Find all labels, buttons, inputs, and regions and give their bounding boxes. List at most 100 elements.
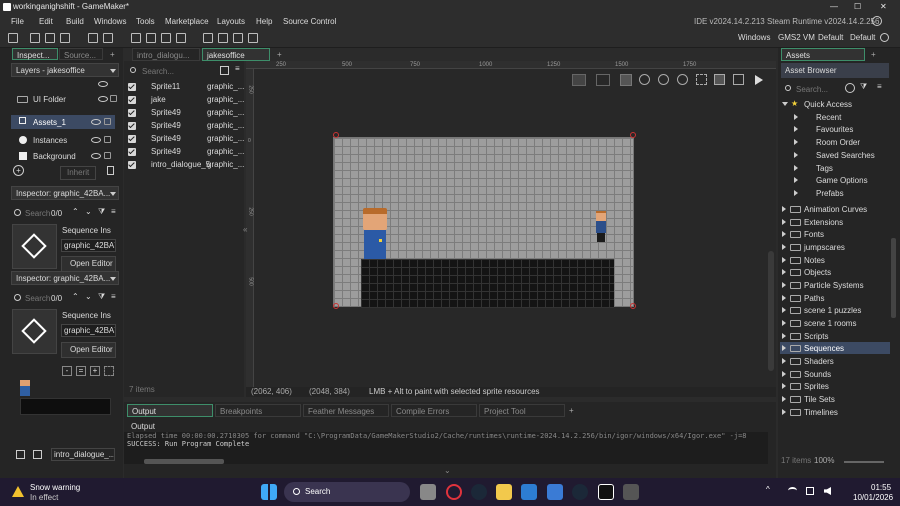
visible-checkbox[interactable] <box>128 83 136 91</box>
folder-item[interactable]: Notes <box>804 257 825 265</box>
layers-dropdown[interactable]: Layers - jakesoffice <box>11 63 119 77</box>
inherit-button[interactable]: Inherit <box>60 166 97 180</box>
eye-icon[interactable] <box>98 81 108 87</box>
restore-icon[interactable] <box>733 74 744 85</box>
chevron-right-icon[interactable] <box>794 177 798 183</box>
visible-checkbox[interactable] <box>128 96 136 104</box>
visible-checkbox[interactable] <box>128 161 136 169</box>
tab-source[interactable]: Source... <box>59 48 103 60</box>
open-project-icon[interactable] <box>45 33 55 43</box>
folder-item[interactable]: jumpscares <box>804 244 845 252</box>
fit-icon[interactable] <box>696 74 707 85</box>
opera-icon[interactable] <box>446 484 462 500</box>
target-settings-icon[interactable] <box>880 33 889 42</box>
quick-item[interactable]: Prefabs <box>816 190 844 198</box>
chevron-right-icon[interactable] <box>782 383 786 389</box>
room-canvas[interactable] <box>333 137 634 308</box>
clean-icon[interactable] <box>176 33 186 43</box>
menu-source-control[interactable]: Source Control <box>283 18 336 26</box>
open-editor-button-2[interactable]: Open Editor <box>61 342 116 358</box>
list-item[interactable]: jake <box>151 96 166 104</box>
zoom-slider[interactable] <box>844 461 884 463</box>
menu-help[interactable]: Help <box>256 18 272 26</box>
list-item[interactable]: Sprite49 <box>151 109 181 117</box>
quick-item[interactable]: Game Options <box>816 177 868 185</box>
tab-intro-dialogue[interactable]: intro_dialogu... <box>132 48 200 61</box>
chevron-right-icon[interactable] <box>782 358 786 364</box>
game-options-icon[interactable] <box>233 33 243 43</box>
filter-icon[interactable]: ⧩ <box>98 293 105 301</box>
quick-item[interactable]: Saved Searches <box>816 152 875 160</box>
minimize-button[interactable]: — <box>830 3 838 11</box>
desk-sprite[interactable] <box>361 259 614 308</box>
list-item[interactable]: Sprite49 <box>151 122 181 130</box>
chevron-up-icon[interactable]: ^ <box>766 486 770 494</box>
target-platform[interactable]: Windows <box>738 34 770 42</box>
room-settings-icon[interactable] <box>16 450 25 459</box>
arrow-up-icon[interactable]: ⌃ <box>72 208 79 216</box>
tab-compile-errors[interactable]: Compile Errors <box>391 404 477 417</box>
weather-title[interactable]: Snow warning <box>30 484 80 492</box>
open-editor-button[interactable]: Open Editor <box>61 256 116 272</box>
chevron-right-icon[interactable] <box>782 307 786 313</box>
chevron-right-icon[interactable] <box>782 409 786 415</box>
arrow-up-icon[interactable]: ⌃ <box>72 293 79 301</box>
visible-checkbox[interactable] <box>128 109 136 117</box>
add-asset-icon[interactable] <box>845 83 855 93</box>
eye-icon[interactable] <box>98 96 108 102</box>
vertical-scrollbar[interactable] <box>768 251 774 371</box>
lock-icon[interactable] <box>104 136 111 143</box>
wifi-icon[interactable] <box>788 487 797 494</box>
clock-time[interactable]: 01:55 <box>871 484 891 492</box>
list-item[interactable]: Sprite11 <box>151 83 180 91</box>
network-icon[interactable] <box>806 487 814 495</box>
filter-icon[interactable]: ⧩ <box>98 208 105 216</box>
visible-checkbox[interactable] <box>128 135 136 143</box>
preferences-icon[interactable] <box>218 33 228 43</box>
list-item[interactable]: Sprite49 <box>151 135 181 143</box>
chevron-down-icon[interactable] <box>782 102 788 106</box>
windows-start-icon[interactable] <box>261 484 277 500</box>
resize-handle-icon[interactable] <box>630 132 636 138</box>
add-doc-tab-icon[interactable]: + <box>277 51 282 59</box>
file-explorer-icon[interactable] <box>420 484 436 500</box>
settings-icon[interactable] <box>203 33 213 43</box>
folder-item-selected[interactable]: Sequences <box>804 345 844 353</box>
build-icon[interactable] <box>88 33 98 43</box>
folder-item[interactable]: Particle Systems <box>804 282 864 290</box>
zoom-reset-icon[interactable] <box>658 74 669 85</box>
zoom-out-icon[interactable] <box>639 74 650 85</box>
menu-icon[interactable]: ≡ <box>111 293 116 301</box>
sequence-name-field-2[interactable]: graphic_42BA7 <box>61 324 116 337</box>
eye-icon[interactable] <box>91 153 101 159</box>
chevron-right-icon[interactable] <box>794 152 798 158</box>
lock-icon[interactable] <box>104 152 111 159</box>
chevron-right-icon[interactable] <box>782 333 786 339</box>
fit-view-icon[interactable] <box>104 366 114 376</box>
menu-build[interactable]: Build <box>66 18 84 26</box>
folder-item[interactable]: Paths <box>804 295 824 303</box>
horizontal-scrollbar[interactable] <box>144 459 224 464</box>
inspector-search-input[interactable]: Search <box>25 210 50 218</box>
tab-jakesoffice[interactable]: jakesoffice <box>202 48 270 61</box>
store-icon[interactable] <box>521 484 537 500</box>
asset-search-input[interactable]: Search... <box>796 86 828 94</box>
list-menu-icon[interactable]: ≡ <box>235 65 240 73</box>
jake-sprite[interactable] <box>361 208 389 259</box>
room-editor[interactable]: 250 500 750 1000 1250 1500 1750 250 0 25… <box>243 61 776 387</box>
tab-inspector[interactable]: Inspect... <box>12 48 58 60</box>
folder-item[interactable]: Shaders <box>804 358 834 366</box>
menu-tools[interactable]: Tools <box>136 18 155 26</box>
folder-item[interactable]: Scripts <box>804 333 828 341</box>
folder-app-icon[interactable] <box>496 484 512 500</box>
edit-icon[interactable] <box>33 450 42 459</box>
chevron-right-icon[interactable] <box>782 282 786 288</box>
tab-assets[interactable]: Assets <box>781 48 865 61</box>
visible-checkbox[interactable] <box>128 148 136 156</box>
user-icon[interactable] <box>872 16 882 26</box>
lock-icon[interactable] <box>110 95 117 102</box>
save-icon[interactable] <box>60 33 70 43</box>
tab-breakpoints[interactable]: Breakpoints <box>215 404 301 417</box>
inspector-header-2[interactable]: Inspector: graphic_42BA... <box>11 271 119 285</box>
maximize-button[interactable]: ☐ <box>854 3 861 11</box>
